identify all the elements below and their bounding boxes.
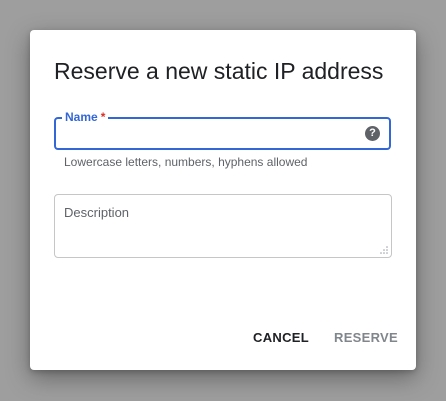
name-input[interactable] [64, 123, 354, 145]
name-hint-text: Lowercase letters, numbers, hyphens allo… [64, 155, 308, 169]
help-circle-icon[interactable]: ? [365, 126, 380, 141]
description-textarea[interactable] [55, 195, 391, 257]
reserve-button[interactable]: RESERVE [328, 326, 404, 349]
resize-grip-icon[interactable] [380, 246, 388, 254]
name-field[interactable]: Name * ? [54, 109, 391, 150]
reserve-ip-dialog: Reserve a new static IP address Name * ? … [30, 30, 416, 370]
description-field[interactable] [54, 194, 392, 258]
dialog-title: Reserve a new static IP address [54, 58, 384, 84]
name-label-text: Name [65, 110, 98, 124]
cancel-button[interactable]: CANCEL [247, 326, 315, 349]
required-marker: * [100, 110, 106, 124]
